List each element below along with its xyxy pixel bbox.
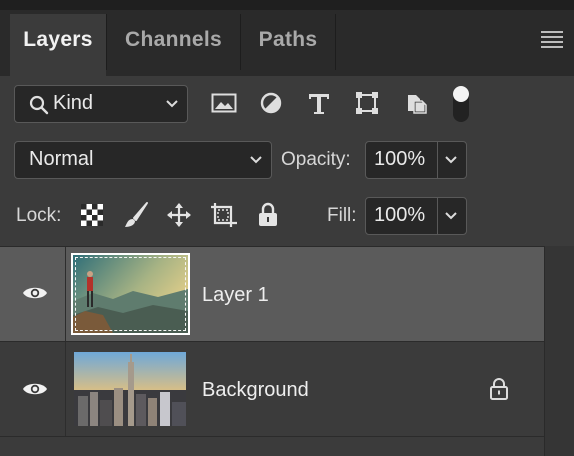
search-icon	[29, 95, 49, 115]
field-divider	[437, 198, 438, 234]
lock-transparent-pixels-icon[interactable]	[80, 203, 104, 227]
eye-icon[interactable]	[22, 285, 48, 301]
artboard-lock-icon[interactable]	[209, 201, 239, 229]
layer-name[interactable]: Layer 1	[202, 284, 269, 307]
tab-paths[interactable]: Paths	[241, 14, 335, 76]
tab-divider	[335, 14, 336, 70]
shape-filter-icon[interactable]	[354, 90, 380, 116]
panel-top-strip	[0, 0, 574, 10]
panel-tab-bar: Layers Channels Paths	[0, 0, 574, 76]
adjustment-filter-icon[interactable]	[259, 91, 283, 115]
layer-row-layer-1[interactable]: Layer 1	[0, 247, 544, 341]
move-icon[interactable]	[166, 202, 192, 228]
blend-mode-dropdown[interactable]: Normal	[14, 141, 272, 179]
layer-thumbnail	[71, 253, 190, 335]
visibility-column	[0, 342, 66, 436]
filter-kind-dropdown[interactable]: Kind	[14, 85, 188, 123]
city-photo-thumbnail	[74, 352, 186, 426]
visibility-column	[0, 247, 66, 341]
opacity-value[interactable]: 100%	[374, 148, 425, 171]
selection-marquee	[75, 257, 186, 331]
filter-kind-label: Kind	[53, 92, 94, 114]
opacity-field[interactable]: 100%	[365, 141, 467, 179]
type-filter-icon[interactable]	[306, 90, 332, 116]
tab-channels[interactable]: Channels	[107, 14, 240, 76]
chevron-down-icon	[166, 100, 178, 108]
smart-object-filter-icon[interactable]	[404, 91, 428, 115]
lock-icon[interactable]	[489, 378, 509, 400]
fill-field[interactable]: 100%	[365, 197, 467, 235]
brush-icon[interactable]	[122, 201, 150, 229]
layers-panel: Layers Channels Paths Kind Normal Opacit…	[0, 0, 574, 456]
layer-name[interactable]: Background	[202, 379, 309, 402]
lock-label: Lock:	[16, 205, 62, 226]
chevron-down-icon[interactable]	[444, 155, 458, 165]
filter-toggle-icon[interactable]	[449, 84, 473, 124]
panel-menu-icon[interactable]	[541, 31, 563, 49]
fill-value[interactable]: 100%	[374, 204, 425, 227]
blend-mode-value: Normal	[29, 148, 94, 170]
eye-icon[interactable]	[22, 381, 48, 397]
fill-label: Fill:	[327, 205, 357, 226]
field-divider	[437, 142, 438, 178]
chevron-down-icon	[250, 156, 262, 164]
layer-thumbnail	[74, 352, 186, 426]
tab-layers[interactable]: Layers	[10, 14, 106, 76]
layer-row-background[interactable]: Background	[0, 342, 544, 436]
row-divider	[0, 436, 544, 437]
image-filter-icon[interactable]	[211, 92, 237, 114]
lock-all-icon[interactable]	[257, 202, 279, 228]
chevron-down-icon[interactable]	[444, 211, 458, 221]
opacity-label: Opacity:	[281, 149, 351, 170]
layers-scrollbar[interactable]	[544, 246, 574, 456]
